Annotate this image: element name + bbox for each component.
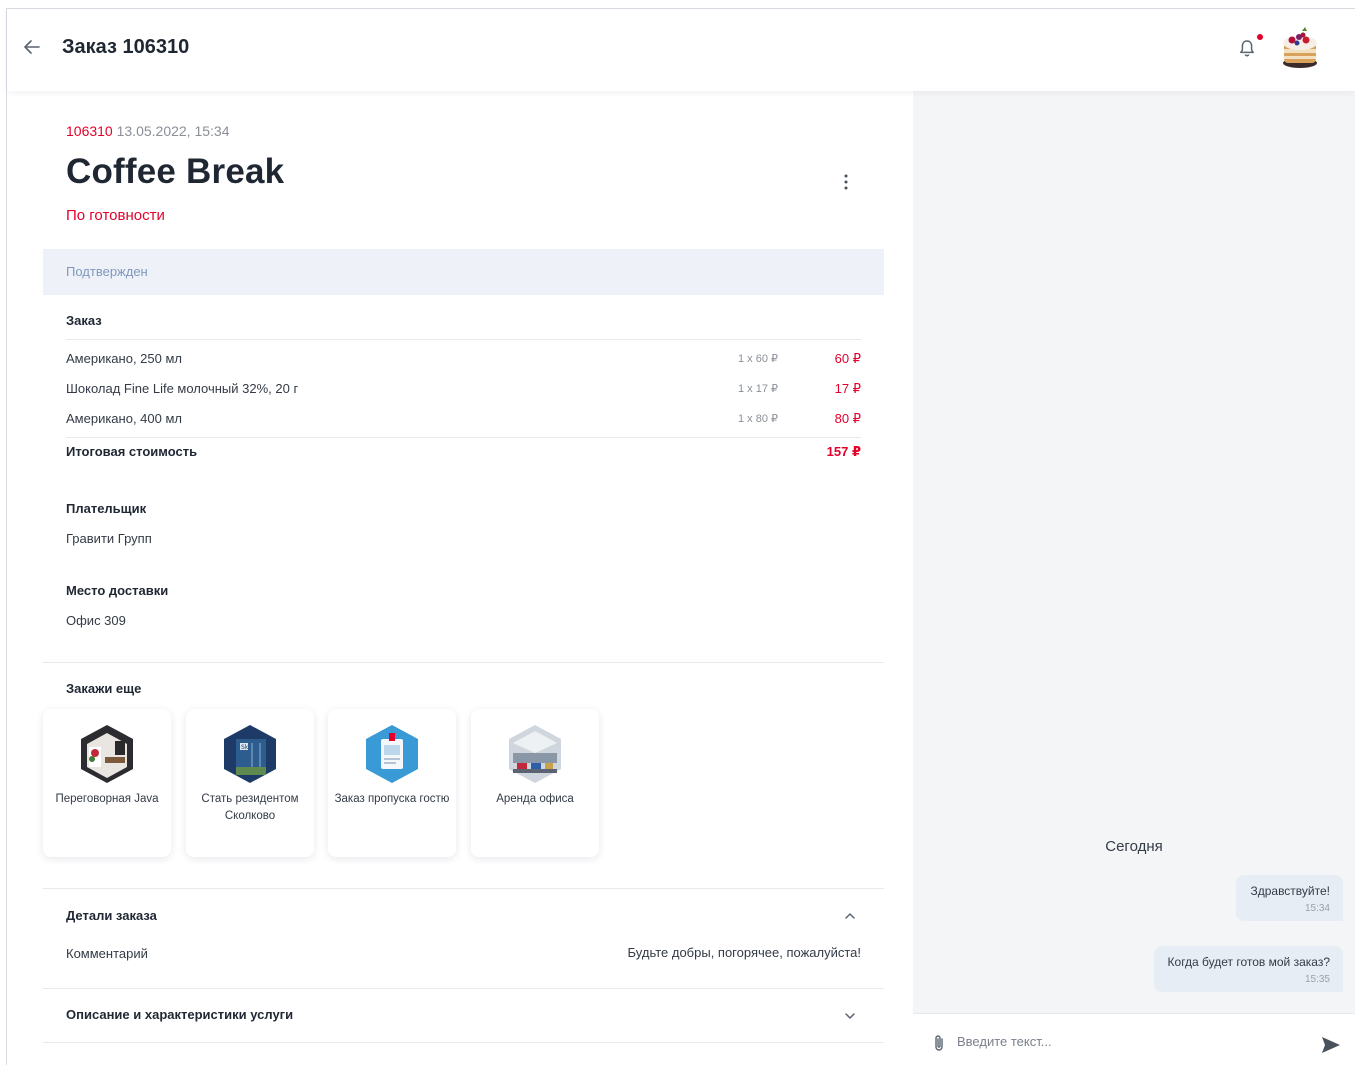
order-details-panel: 106310 13.05.2022, 15:34 Coffee Break По…: [7, 91, 913, 1065]
page-title: Заказ 106310: [62, 36, 190, 58]
total-value: 157 ₽: [826, 444, 861, 459]
chat-message: Здравствуйте! 15:34: [1236, 875, 1343, 921]
item-qty: 1 x 17 ₽: [738, 383, 779, 395]
chevron-up-icon: [845, 913, 855, 919]
order-meta: 106310 13.05.2022, 15:34: [66, 123, 230, 139]
kebab-menu-icon: [844, 174, 848, 190]
item-price: 17 ₽: [834, 381, 861, 396]
paperclip-icon: [935, 1035, 943, 1051]
item-name: Американо, 400 мл: [66, 411, 182, 426]
status-banner: Подтвержден: [43, 249, 884, 295]
expand-description-button[interactable]: [843, 1009, 857, 1023]
status-label: Подтвержден: [66, 264, 148, 279]
order-more-heading: Закажи еще: [66, 681, 142, 696]
order-datetime: 13.05.2022, 15:34: [116, 123, 230, 139]
order-title: Coffee Break: [66, 152, 285, 191]
service-card-skolkovo[interactable]: Sk Стать резидентом Сколково: [186, 709, 314, 857]
divider: [43, 1042, 884, 1043]
chat-composer: [913, 1013, 1355, 1065]
collapse-details-button[interactable]: [843, 909, 857, 923]
guest-pass-icon: [366, 725, 418, 783]
comment-label: Комментарий: [66, 946, 148, 961]
send-button[interactable]: [1320, 1035, 1342, 1055]
notifications-button[interactable]: [1236, 37, 1258, 59]
list-item: Шоколад Fine Life молочный 32%, 20 г 1 x…: [66, 381, 861, 401]
arrow-left-icon: [24, 40, 40, 54]
chat-message-input[interactable]: [957, 1029, 1297, 1053]
divider: [43, 662, 884, 663]
more-options-button[interactable]: [839, 171, 853, 193]
meeting-room-icon: [81, 725, 133, 783]
service-card-label: Стать резидентом Сколково: [201, 793, 299, 822]
order-readiness: По готовности: [66, 207, 165, 224]
attach-button[interactable]: [931, 1033, 947, 1053]
item-price: 60 ₽: [834, 351, 861, 366]
user-avatar-icon: [1283, 27, 1317, 68]
order-details-heading[interactable]: Детали заказа: [66, 908, 157, 923]
office-rent-icon: [509, 725, 561, 783]
service-card-office-rent[interactable]: Аренда офиса: [471, 709, 599, 857]
bell-icon: [1240, 40, 1254, 57]
service-card-guest-pass[interactable]: Заказ пропуска гостю: [328, 709, 456, 857]
delivery-heading: Место доставки: [66, 583, 169, 598]
avatar[interactable]: [1278, 23, 1322, 71]
delivery-value: Офис 309: [66, 613, 126, 628]
service-card-label: Аренда офиса: [496, 793, 574, 805]
list-item: Американо, 250 мл 1 x 60 ₽ 60 ₽: [66, 351, 861, 371]
service-card-label: Переговорная Java: [55, 793, 159, 805]
divider: [66, 437, 861, 438]
order-items-heading: Заказ: [66, 313, 102, 328]
chat-message-text: Здравствуйте!: [1250, 884, 1330, 898]
divider: [43, 988, 884, 989]
notification-badge: [1257, 34, 1263, 40]
service-card-label: Заказ пропуска гостю: [334, 793, 450, 805]
payer-heading: Плательщик: [66, 501, 147, 516]
list-item: Американо, 400 мл 1 x 80 ₽ 80 ₽: [66, 411, 861, 431]
payer-value: Гравити Групп: [66, 531, 152, 546]
chat-day-label: Сегодня: [1105, 838, 1163, 855]
back-button[interactable]: [21, 36, 43, 58]
chat-panel: Сегодня Здравствуйте! 15:34 Когда будет …: [913, 91, 1355, 1065]
chevron-down-icon: [845, 1013, 855, 1019]
svg-text:Sk: Sk: [241, 744, 249, 751]
service-description-heading[interactable]: Описание и характеристики услуги: [66, 1007, 293, 1022]
app-frame: Заказ 106310 106310 13.05.2022, 15:34 Co…: [0, 0, 1355, 1065]
top-bar: Заказ 106310: [7, 9, 1355, 91]
item-name: Американо, 250 мл: [66, 351, 182, 366]
chat-message-time: 15:35: [1304, 974, 1330, 985]
chat-message-time: 15:34: [1304, 903, 1330, 914]
item-qty: 1 x 80 ₽: [738, 413, 779, 425]
divider: [43, 888, 884, 889]
service-card-meeting-room[interactable]: Переговорная Java: [43, 709, 171, 857]
divider: [66, 339, 861, 340]
item-price: 80 ₽: [834, 411, 861, 426]
send-icon: [1322, 1037, 1340, 1053]
chat-message-text: Когда будет готов мой заказ?: [1167, 955, 1330, 969]
chat-message: Когда будет готов мой заказ? 15:35: [1153, 946, 1343, 992]
item-qty: 1 x 60 ₽: [738, 353, 779, 365]
comment-value: Будьте добры, погорячее, пожалуйста!: [627, 945, 861, 960]
item-name: Шоколад Fine Life молочный 32%, 20 г: [66, 381, 299, 396]
order-number[interactable]: 106310: [66, 123, 113, 139]
total-row: Итоговая стоимость 157 ₽: [66, 444, 861, 459]
skolkovo-building-icon: Sk: [224, 725, 276, 783]
total-label: Итоговая стоимость: [66, 444, 198, 459]
